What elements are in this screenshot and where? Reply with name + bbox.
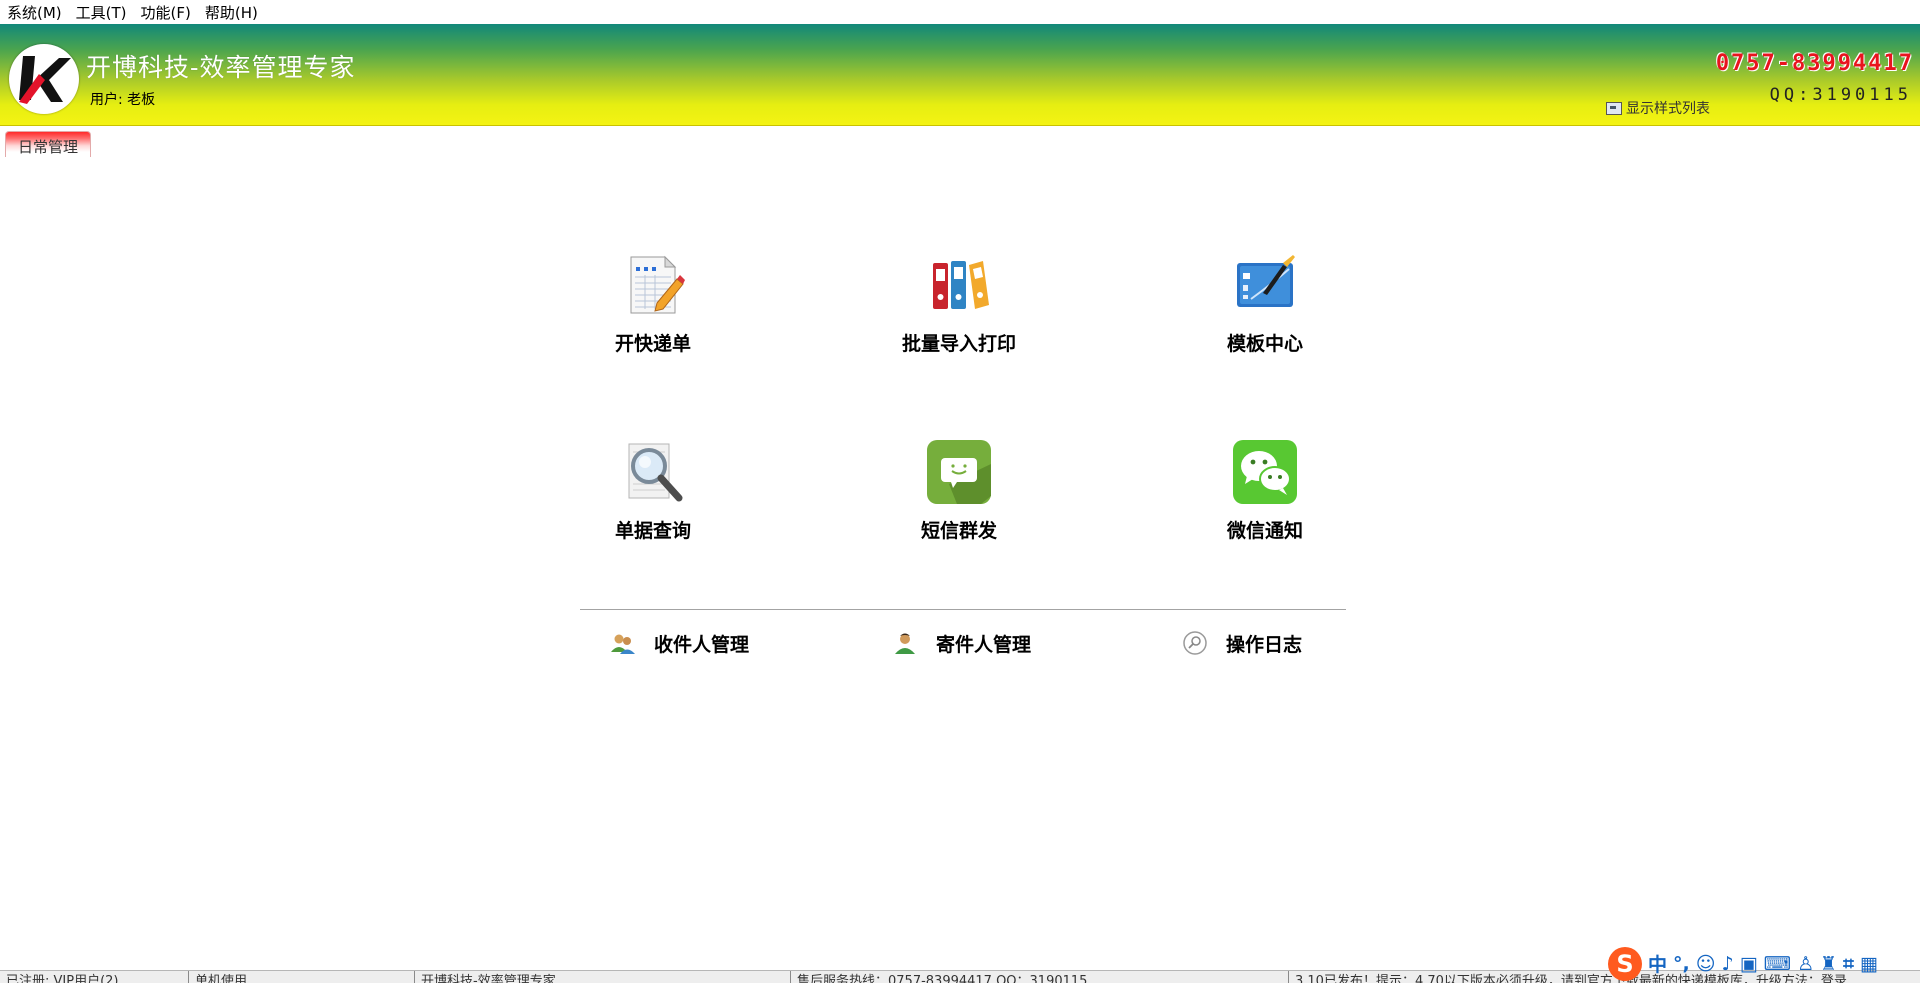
tile-sms-broadcast[interactable]: 短信群发 bbox=[859, 440, 1059, 550]
tile-template-center[interactable]: 模板中心 bbox=[1165, 253, 1365, 363]
operation-log-link[interactable]: 操作日志 bbox=[1182, 628, 1302, 658]
tile-label: 单据查询 bbox=[614, 520, 691, 542]
tile-document-query[interactable]: 单据查询 bbox=[553, 440, 753, 550]
user-icon[interactable]: ♙ bbox=[1797, 953, 1814, 975]
status-registration: 已注册: VIP用户(2) bbox=[0, 971, 189, 983]
tile-label: 微信通知 bbox=[1226, 520, 1303, 542]
ime-toolbar[interactable]: S 中 °, ☺ ♪ ▣ ⌨ ♙ ♜ ⌗ ▦ bbox=[1608, 945, 1920, 982]
toolbox-icon[interactable]: ▣ bbox=[1740, 953, 1758, 975]
header-banner: 开博科技-效率管理专家 用户: 老板 0757-83994417 QQ:3190… bbox=[0, 24, 1920, 126]
skin-icon[interactable]: ♜ bbox=[1820, 953, 1837, 975]
tile-wechat-notify[interactable]: 微信通知 bbox=[1165, 440, 1365, 550]
status-hotline: 售后服务热线：0757-83994417 QQ：3190115 bbox=[791, 971, 1289, 983]
magnifier-icon bbox=[621, 440, 685, 504]
operation-log-label: 操作日志 bbox=[1226, 633, 1303, 656]
list-icon bbox=[1606, 101, 1622, 115]
ime-mode-chinese[interactable]: 中 bbox=[1648, 950, 1667, 977]
microphone-icon[interactable]: ♪ bbox=[1722, 953, 1734, 975]
tile-label: 短信群发 bbox=[920, 520, 997, 542]
show-style-list-label: 显示样式列表 bbox=[1626, 101, 1710, 117]
menu-system[interactable]: 系统(M) bbox=[0, 2, 69, 23]
sogou-logo-icon[interactable]: S bbox=[1608, 946, 1642, 981]
tab-daily-management[interactable]: 日常管理 bbox=[5, 131, 91, 157]
tile-new-waybill[interactable]: 开快递单 bbox=[553, 253, 753, 363]
sender-icon bbox=[892, 630, 918, 656]
menu-help[interactable]: 帮助(H) bbox=[198, 2, 265, 23]
status-company: 开博科技-效率管理专家 bbox=[415, 971, 791, 983]
tile-label: 开快递单 bbox=[614, 333, 691, 355]
emoji-icon[interactable]: ☺ bbox=[1696, 953, 1716, 975]
qq-number: QQ:3190115 bbox=[1769, 85, 1912, 105]
apps-grid-icon[interactable]: ▦ bbox=[1860, 953, 1878, 975]
current-user: 用户: 老板 bbox=[90, 92, 156, 108]
tile-batch-import-print[interactable]: 批量导入打印 bbox=[859, 253, 1059, 363]
log-search-icon bbox=[1182, 630, 1208, 656]
recipient-management-label: 收件人管理 bbox=[654, 633, 750, 656]
sms-icon bbox=[927, 440, 991, 504]
tile-label: 模板中心 bbox=[1226, 333, 1303, 355]
binders-icon bbox=[927, 253, 991, 317]
status-mode: 单机使用 bbox=[189, 971, 415, 983]
show-style-list-button[interactable]: 显示样式列表 bbox=[1606, 98, 1710, 118]
template-icon bbox=[1233, 253, 1297, 317]
recipients-icon bbox=[610, 630, 636, 656]
wechat-icon bbox=[1233, 440, 1297, 504]
tile-label: 批量导入打印 bbox=[901, 333, 1016, 355]
sender-management-label: 寄件人管理 bbox=[936, 633, 1032, 656]
menu-function[interactable]: 功能(F) bbox=[134, 2, 198, 23]
sender-management-link[interactable]: 寄件人管理 bbox=[892, 628, 1031, 658]
crop-icon[interactable]: ⌗ bbox=[1843, 953, 1854, 975]
recipient-management-link[interactable]: 收件人管理 bbox=[610, 628, 749, 658]
menu-tools[interactable]: 工具(T) bbox=[69, 2, 134, 23]
hotline-phone: 0757-83994417 bbox=[1715, 51, 1914, 76]
form-edit-icon bbox=[621, 253, 685, 317]
punctuation-icon[interactable]: °, bbox=[1673, 953, 1690, 975]
keyboard-icon[interactable]: ⌨ bbox=[1764, 953, 1791, 975]
divider bbox=[580, 609, 1346, 610]
menu-bar: 系统(M) 工具(T) 功能(F) 帮助(H) bbox=[0, 0, 1920, 24]
company-logo bbox=[9, 44, 79, 114]
app-title: 开博科技-效率管理专家 bbox=[86, 53, 356, 82]
